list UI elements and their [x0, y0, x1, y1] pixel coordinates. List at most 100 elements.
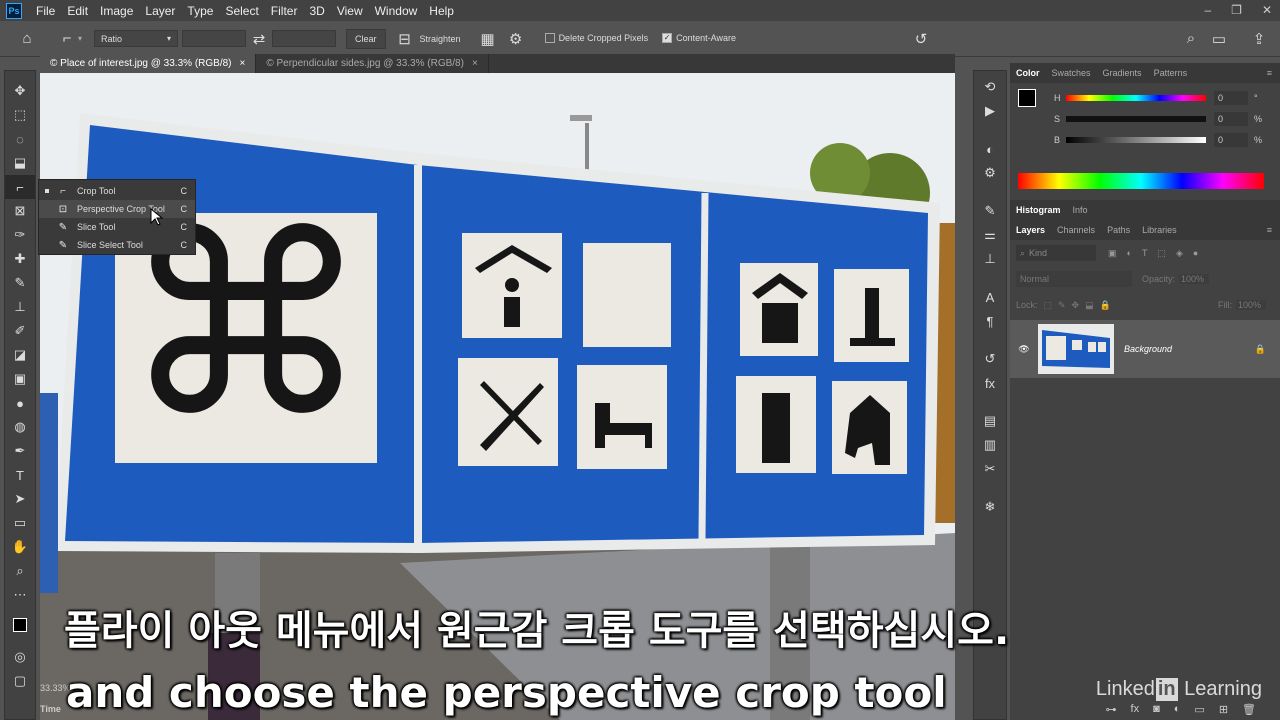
filter-icons[interactable]: ▣◐T⬚◈● [1108, 248, 1208, 259]
brush-settings-icon[interactable]: ⚌ [974, 223, 1006, 247]
menu-edit[interactable]: Edit [61, 4, 94, 18]
clone-source-icon[interactable]: ⊥ [974, 247, 1006, 271]
menu-help[interactable]: Help [423, 4, 460, 18]
rectangle-tool-icon[interactable]: ▭ [5, 511, 35, 535]
home-icon[interactable]: ⌂ [16, 28, 38, 50]
search-icon[interactable]: ⌕ [1180, 28, 1202, 50]
share-icon[interactable]: ⇪ [1248, 28, 1270, 50]
menu-filter[interactable]: Filter [265, 4, 304, 18]
straighten-button[interactable]: Straighten [420, 34, 461, 44]
saturation-slider[interactable] [1066, 115, 1206, 122]
delete-cropped-checkbox[interactable]: Delete Cropped Pixels [544, 33, 648, 44]
brush-tool-icon[interactable]: ✎ [5, 271, 35, 295]
tab-perpendicular-sides[interactable]: © Perpendicular sides.jpg @ 33.3% (RGB/8… [256, 54, 489, 73]
swap-icon[interactable]: ⇄ [248, 28, 270, 50]
menu-type[interactable]: Type [181, 4, 219, 18]
panel-menu-icon[interactable]: ≡ [1267, 225, 1272, 235]
character-icon[interactable]: A [974, 285, 1006, 309]
healing-tool-icon[interactable]: ✚ [5, 247, 35, 271]
blend-mode-select[interactable]: Normal [1016, 271, 1132, 287]
menu-3d[interactable]: 3D [303, 4, 330, 18]
frame-tool-icon[interactable]: ⊠ [5, 199, 35, 223]
notes-icon[interactable]: ▥ [974, 433, 1006, 457]
3d-icon[interactable]: ❄ [974, 495, 1006, 519]
screen-mode-icon[interactable]: ▢ [5, 669, 35, 693]
history-brush-icon[interactable]: ✐ [5, 319, 35, 343]
stamp-tool-icon[interactable]: ⊥ [5, 295, 35, 319]
restore-button[interactable]: ❐ [1231, 0, 1242, 20]
menu-file[interactable]: File [30, 4, 61, 18]
close-icon[interactable]: × [472, 58, 478, 69]
type-tool-icon[interactable]: T [5, 463, 35, 487]
blur-tool-icon[interactable]: ● [5, 391, 35, 415]
hue-slider[interactable] [1066, 94, 1206, 101]
tab-paths[interactable]: Paths [1101, 225, 1136, 235]
tab-patterns[interactable]: Patterns [1148, 68, 1194, 78]
ratio-select[interactable]: Ratio ▾ [94, 30, 179, 47]
tab-libraries[interactable]: Libraries [1136, 225, 1183, 235]
close-icon[interactable]: × [239, 58, 245, 69]
link-icon[interactable]: ⊶ [1106, 703, 1117, 716]
zoom-tool-icon[interactable]: ⌕ [5, 559, 35, 583]
reset-icon[interactable]: ↺ [910, 28, 932, 50]
quick-mask-icon[interactable]: ◎ [5, 645, 35, 669]
close-button[interactable]: ✕ [1262, 0, 1272, 20]
gradient-tool-icon[interactable]: ▣ [5, 367, 35, 391]
chevron-down-icon[interactable]: ▾ [78, 34, 82, 43]
clear-button[interactable]: Clear [346, 28, 386, 49]
width-field[interactable] [182, 30, 247, 47]
foreground-swatch[interactable] [1018, 89, 1036, 107]
tab-histogram[interactable]: Histogram [1010, 205, 1067, 215]
new-layer-icon[interactable]: ⊞ [1219, 703, 1228, 716]
gear-icon[interactable]: ⚙ [505, 28, 527, 50]
eye-icon[interactable]: 👁 [1010, 344, 1038, 355]
hand-tool-icon[interactable]: ✋ [5, 535, 35, 559]
paragraph-icon[interactable]: ¶ [974, 309, 1006, 333]
layer-kind-filter[interactable]: ⌕ Kind [1016, 245, 1096, 261]
tab-gradients[interactable]: Gradients [1097, 68, 1148, 78]
flyout-perspective-crop-tool[interactable]: ⊡ Perspective Crop Tool C [39, 200, 195, 218]
brushes-icon[interactable]: ✎ [974, 199, 1006, 223]
minimize-button[interactable]: – [1204, 0, 1211, 20]
pen-tool-icon[interactable]: ✒ [5, 439, 35, 463]
height-field[interactable] [272, 30, 337, 47]
marquee-tool-icon[interactable]: ⬚ [5, 103, 35, 127]
menu-view[interactable]: View [331, 4, 369, 18]
tab-channels[interactable]: Channels [1051, 225, 1101, 235]
color-swatches-icon[interactable] [5, 613, 35, 637]
history-icon[interactable]: ⟲ [974, 75, 1006, 99]
tab-layers[interactable]: Layers [1010, 225, 1051, 235]
flyout-slice-tool[interactable]: ✎ Slice Tool C [39, 218, 195, 236]
lasso-tool-icon[interactable]: ◌ [5, 127, 35, 151]
adjustment-layer-icon[interactable]: ◐ [1174, 703, 1181, 715]
layer-row-background[interactable]: 👁 Background 🔒 [1010, 320, 1280, 378]
shapes-icon[interactable]: ↺ [974, 347, 1006, 371]
content-aware-checkbox[interactable]: ✓ Content-Aware [662, 33, 736, 44]
lock-icons[interactable]: ⬚✎✥⬓🔒 [1044, 300, 1117, 311]
adjustments-icon[interactable]: ◐ [974, 137, 1006, 161]
tab-swatches[interactable]: Swatches [1046, 68, 1097, 78]
opacity-field[interactable]: 100% [1179, 274, 1210, 284]
tools-icon[interactable]: ✂ [974, 457, 1006, 481]
tab-info[interactable]: Info [1067, 205, 1094, 215]
color-spectrum[interactable] [1018, 173, 1264, 189]
styles-fx-icon[interactable]: fx [974, 371, 1006, 395]
panel-menu-icon[interactable]: ≡ [1267, 68, 1272, 78]
fill-field[interactable]: 100% [1236, 300, 1266, 310]
folder-icon[interactable]: ▭ [1194, 703, 1204, 716]
menu-layer[interactable]: Layer [139, 4, 181, 18]
move-tool-icon[interactable]: ✥ [5, 79, 35, 103]
flyout-slice-select-tool[interactable]: ✎ Slice Select Tool C [39, 236, 195, 254]
workspace-icon[interactable]: ▭ [1208, 28, 1230, 50]
crop-tool-icon[interactable]: ⌐ [5, 175, 35, 199]
eraser-tool-icon[interactable]: ◪ [5, 343, 35, 367]
path-select-icon[interactable]: ➤ [5, 487, 35, 511]
menu-window[interactable]: Window [369, 4, 424, 18]
glyphs-icon[interactable]: ▤ [974, 409, 1006, 433]
dodge-tool-icon[interactable]: ◍ [5, 415, 35, 439]
menu-select[interactable]: Select [219, 4, 264, 18]
trash-icon[interactable]: 🗑 [1242, 703, 1256, 716]
crop-preset-icon[interactable]: ⌐ [56, 28, 78, 50]
flyout-crop-tool[interactable]: ⌐ Crop Tool C [39, 182, 195, 200]
eyedropper-tool-icon[interactable]: ✑ [5, 223, 35, 247]
